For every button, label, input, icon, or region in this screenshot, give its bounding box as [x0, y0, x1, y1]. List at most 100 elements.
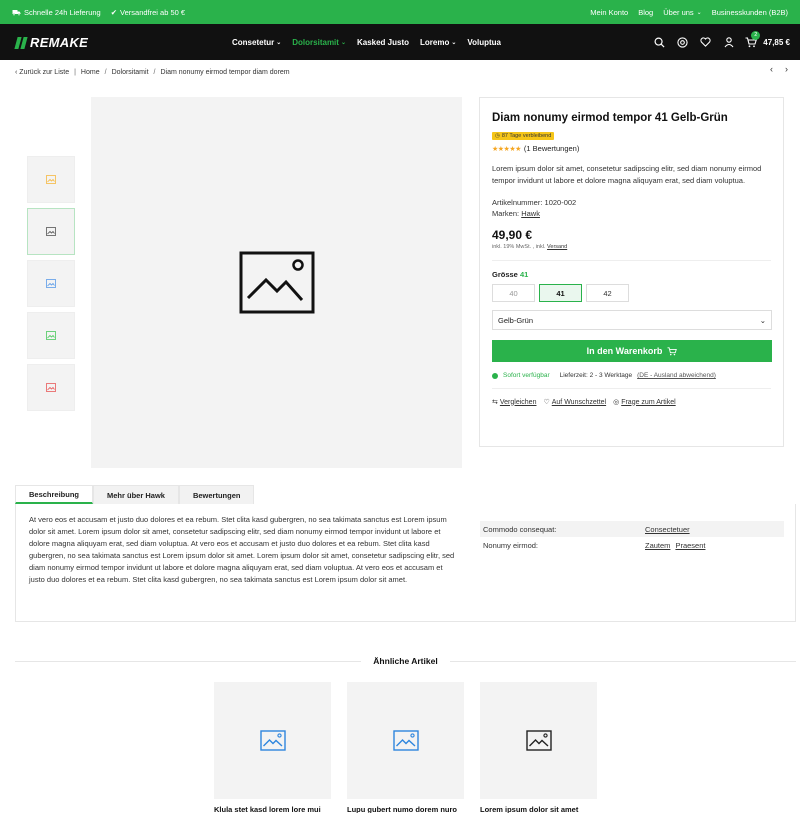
- free-shipping-text: Versandfrei ab 50 €: [120, 7, 186, 17]
- heart-icon[interactable]: [699, 36, 712, 49]
- nav-item-loremo[interactable]: Loremo ⌄: [420, 38, 456, 47]
- size-option[interactable]: 40: [492, 284, 535, 302]
- tab-panel: At vero eos et accusam et justo duo dolo…: [15, 504, 796, 622]
- add-to-cart-button[interactable]: In den Warenkorb: [492, 340, 772, 362]
- thumbnail[interactable]: [27, 312, 75, 359]
- thumbnail[interactable]: [27, 364, 75, 411]
- brand-label: Marken:: [492, 209, 520, 218]
- compare-label: Vergleichen: [499, 398, 537, 406]
- size-label-text: Grösse: [492, 270, 518, 279]
- property-value-link[interactable]: Consectetuer: [645, 525, 690, 534]
- b2b-link[interactable]: Businesskunden (B2B): [712, 8, 788, 17]
- delivery-note-link[interactable]: (DE - Ausland abweichend): [637, 372, 716, 379]
- nav-item-kasked-justo[interactable]: Kasked Justo: [357, 38, 409, 47]
- property-value-link[interactable]: Zautem: [645, 541, 670, 550]
- support-icon[interactable]: [676, 36, 689, 49]
- size-selected-value: 41: [519, 270, 529, 279]
- product-card-title[interactable]: Lupu gubert numo dorem nuro: [347, 805, 464, 813]
- size-option-selected[interactable]: 41: [539, 284, 582, 302]
- product-card[interactable]: Lorem ipsum dolor sit amet: [480, 682, 597, 813]
- compare-icon: ⇆: [492, 399, 498, 406]
- breadcrumb: ‹ Zurück zur Liste | Home / Dolorsitamit…: [15, 69, 290, 76]
- tax-info: inkl. 19% MwSt. , inkl. Versand: [492, 244, 771, 261]
- tab-reviews[interactable]: Bewertungen: [178, 485, 255, 504]
- color-variant-select[interactable]: Gelb-Grün ⌄: [492, 310, 772, 330]
- product-card-image[interactable]: [480, 682, 597, 799]
- prev-product-icon[interactable]: ‹: [770, 64, 773, 74]
- article-number: 1020-002: [544, 198, 577, 207]
- properties-table: Commodo consequat: Consectetuer Nonumy e…: [480, 521, 784, 553]
- nav-label: Kasked Justo: [356, 37, 409, 47]
- brand-link[interactable]: Hawk: [521, 209, 540, 218]
- shipping-link[interactable]: Versand: [547, 244, 567, 250]
- similar-heading: Ähnliche Artikel: [15, 655, 796, 667]
- logo-text: REMAKE: [30, 35, 89, 50]
- article-label: Artikelnummer:: [492, 198, 543, 207]
- thumbnail-active[interactable]: [27, 208, 75, 255]
- thumbnail[interactable]: [27, 156, 75, 203]
- size-option[interactable]: 42: [586, 284, 629, 302]
- image-placeholder-icon: [239, 251, 314, 314]
- tab-brand[interactable]: Mehr über Hawk: [93, 485, 179, 504]
- user-icon[interactable]: [722, 36, 735, 49]
- heart-icon: ♡: [543, 399, 550, 406]
- breadcrumb-category[interactable]: Dolorsitamit: [112, 69, 149, 76]
- chevron-left-icon: ‹: [15, 69, 18, 76]
- my-account-link[interactable]: Mein Konto: [590, 8, 628, 17]
- property-key: Nonumy eirmod:: [483, 540, 539, 550]
- product-meta: Artikelnummer: 1020-002 Marken: Hawk: [492, 197, 771, 219]
- stock-status-icon: [492, 372, 498, 379]
- nav-item-voluptua[interactable]: Voluptua: [467, 38, 501, 47]
- wishlist-label: Auf Wunschzettel: [551, 398, 607, 406]
- product-card-image[interactable]: [214, 682, 331, 799]
- property-key: Commodo consequat:: [483, 524, 557, 534]
- nav-item-consetetur[interactable]: Consetetur ⌄: [232, 38, 281, 47]
- thumbnail-list: [27, 156, 75, 411]
- main-header: REMAKE Consetetur ⌄ Dolorsitamit ⌄ Kasked …: [0, 24, 800, 60]
- table-row: Nonumy eirmod: Zautem Praesent: [480, 537, 784, 553]
- nav-item-dolorsitamit[interactable]: Dolorsitamit ⌄: [292, 38, 346, 47]
- breadcrumb-home[interactable]: Home: [81, 69, 100, 76]
- product-pager: ‹ ›: [770, 64, 788, 74]
- image-icon: [525, 730, 552, 751]
- buy-box: Diam nonumy eirmod tempor 41 Gelb-Grün ◷…: [479, 97, 784, 447]
- blog-link[interactable]: Blog: [638, 8, 653, 17]
- product-card-image[interactable]: [347, 682, 464, 799]
- about-dropdown[interactable]: Über uns ⌄: [663, 8, 701, 17]
- about-label: Über uns: [663, 7, 694, 17]
- nav-label: Dolorsitamit: [292, 37, 339, 47]
- logo[interactable]: REMAKE: [14, 35, 89, 50]
- back-link[interactable]: ‹ Zurück zur Liste: [15, 69, 69, 76]
- question-button[interactable]: ◎ Frage zum Artikel: [613, 398, 676, 407]
- compare-button[interactable]: ⇆ Vergleichen: [492, 398, 537, 407]
- thumbnail[interactable]: [27, 260, 75, 307]
- logo-mark: [14, 36, 28, 49]
- product-main-image[interactable]: [91, 97, 462, 468]
- question-label: Frage zum Artikel: [621, 398, 676, 406]
- search-icon[interactable]: [653, 36, 666, 49]
- similar-title: Ähnliche Artikel: [373, 656, 438, 666]
- detail-tabs: Beschreibung Mehr über Hawk Bewertungen: [15, 485, 255, 504]
- image-icon: [46, 279, 56, 288]
- tax-text: inkl. 19% MwSt. , inkl.: [492, 244, 546, 250]
- cart-icon: [667, 346, 678, 355]
- rating[interactable]: ★★★★★ (1 Bewertungen): [492, 144, 771, 153]
- chevron-down-icon: ⌄: [759, 315, 766, 325]
- product-card[interactable]: Lupu gubert numo dorem nuro: [347, 682, 464, 813]
- product-card-title[interactable]: Klula stet kasd lorem lore mui: [214, 805, 331, 813]
- cart-button[interactable]: 2 47,85 €: [745, 30, 790, 48]
- property-value-link[interactable]: Praesent: [675, 541, 705, 550]
- product-card-title[interactable]: Lorem ipsum dolor sit amet: [480, 805, 597, 813]
- question-icon: ◎: [613, 399, 620, 406]
- next-product-icon[interactable]: ›: [785, 64, 788, 74]
- chevron-down-icon: ⌄: [340, 39, 346, 46]
- deal-badge-text: 87 Tage verbleibend: [501, 133, 552, 139]
- product-card[interactable]: Klula stet kasd lorem lore mui: [214, 682, 331, 813]
- wishlist-button[interactable]: ♡ Auf Wunschzettel: [543, 398, 607, 407]
- image-icon: [259, 730, 286, 751]
- rating-count: (1 Bewertungen): [523, 144, 580, 153]
- divider: [15, 660, 362, 662]
- cart-count-badge: 2: [751, 30, 761, 40]
- tab-description[interactable]: Beschreibung: [15, 485, 94, 504]
- variant-value: Gelb-Grün: [498, 315, 534, 325]
